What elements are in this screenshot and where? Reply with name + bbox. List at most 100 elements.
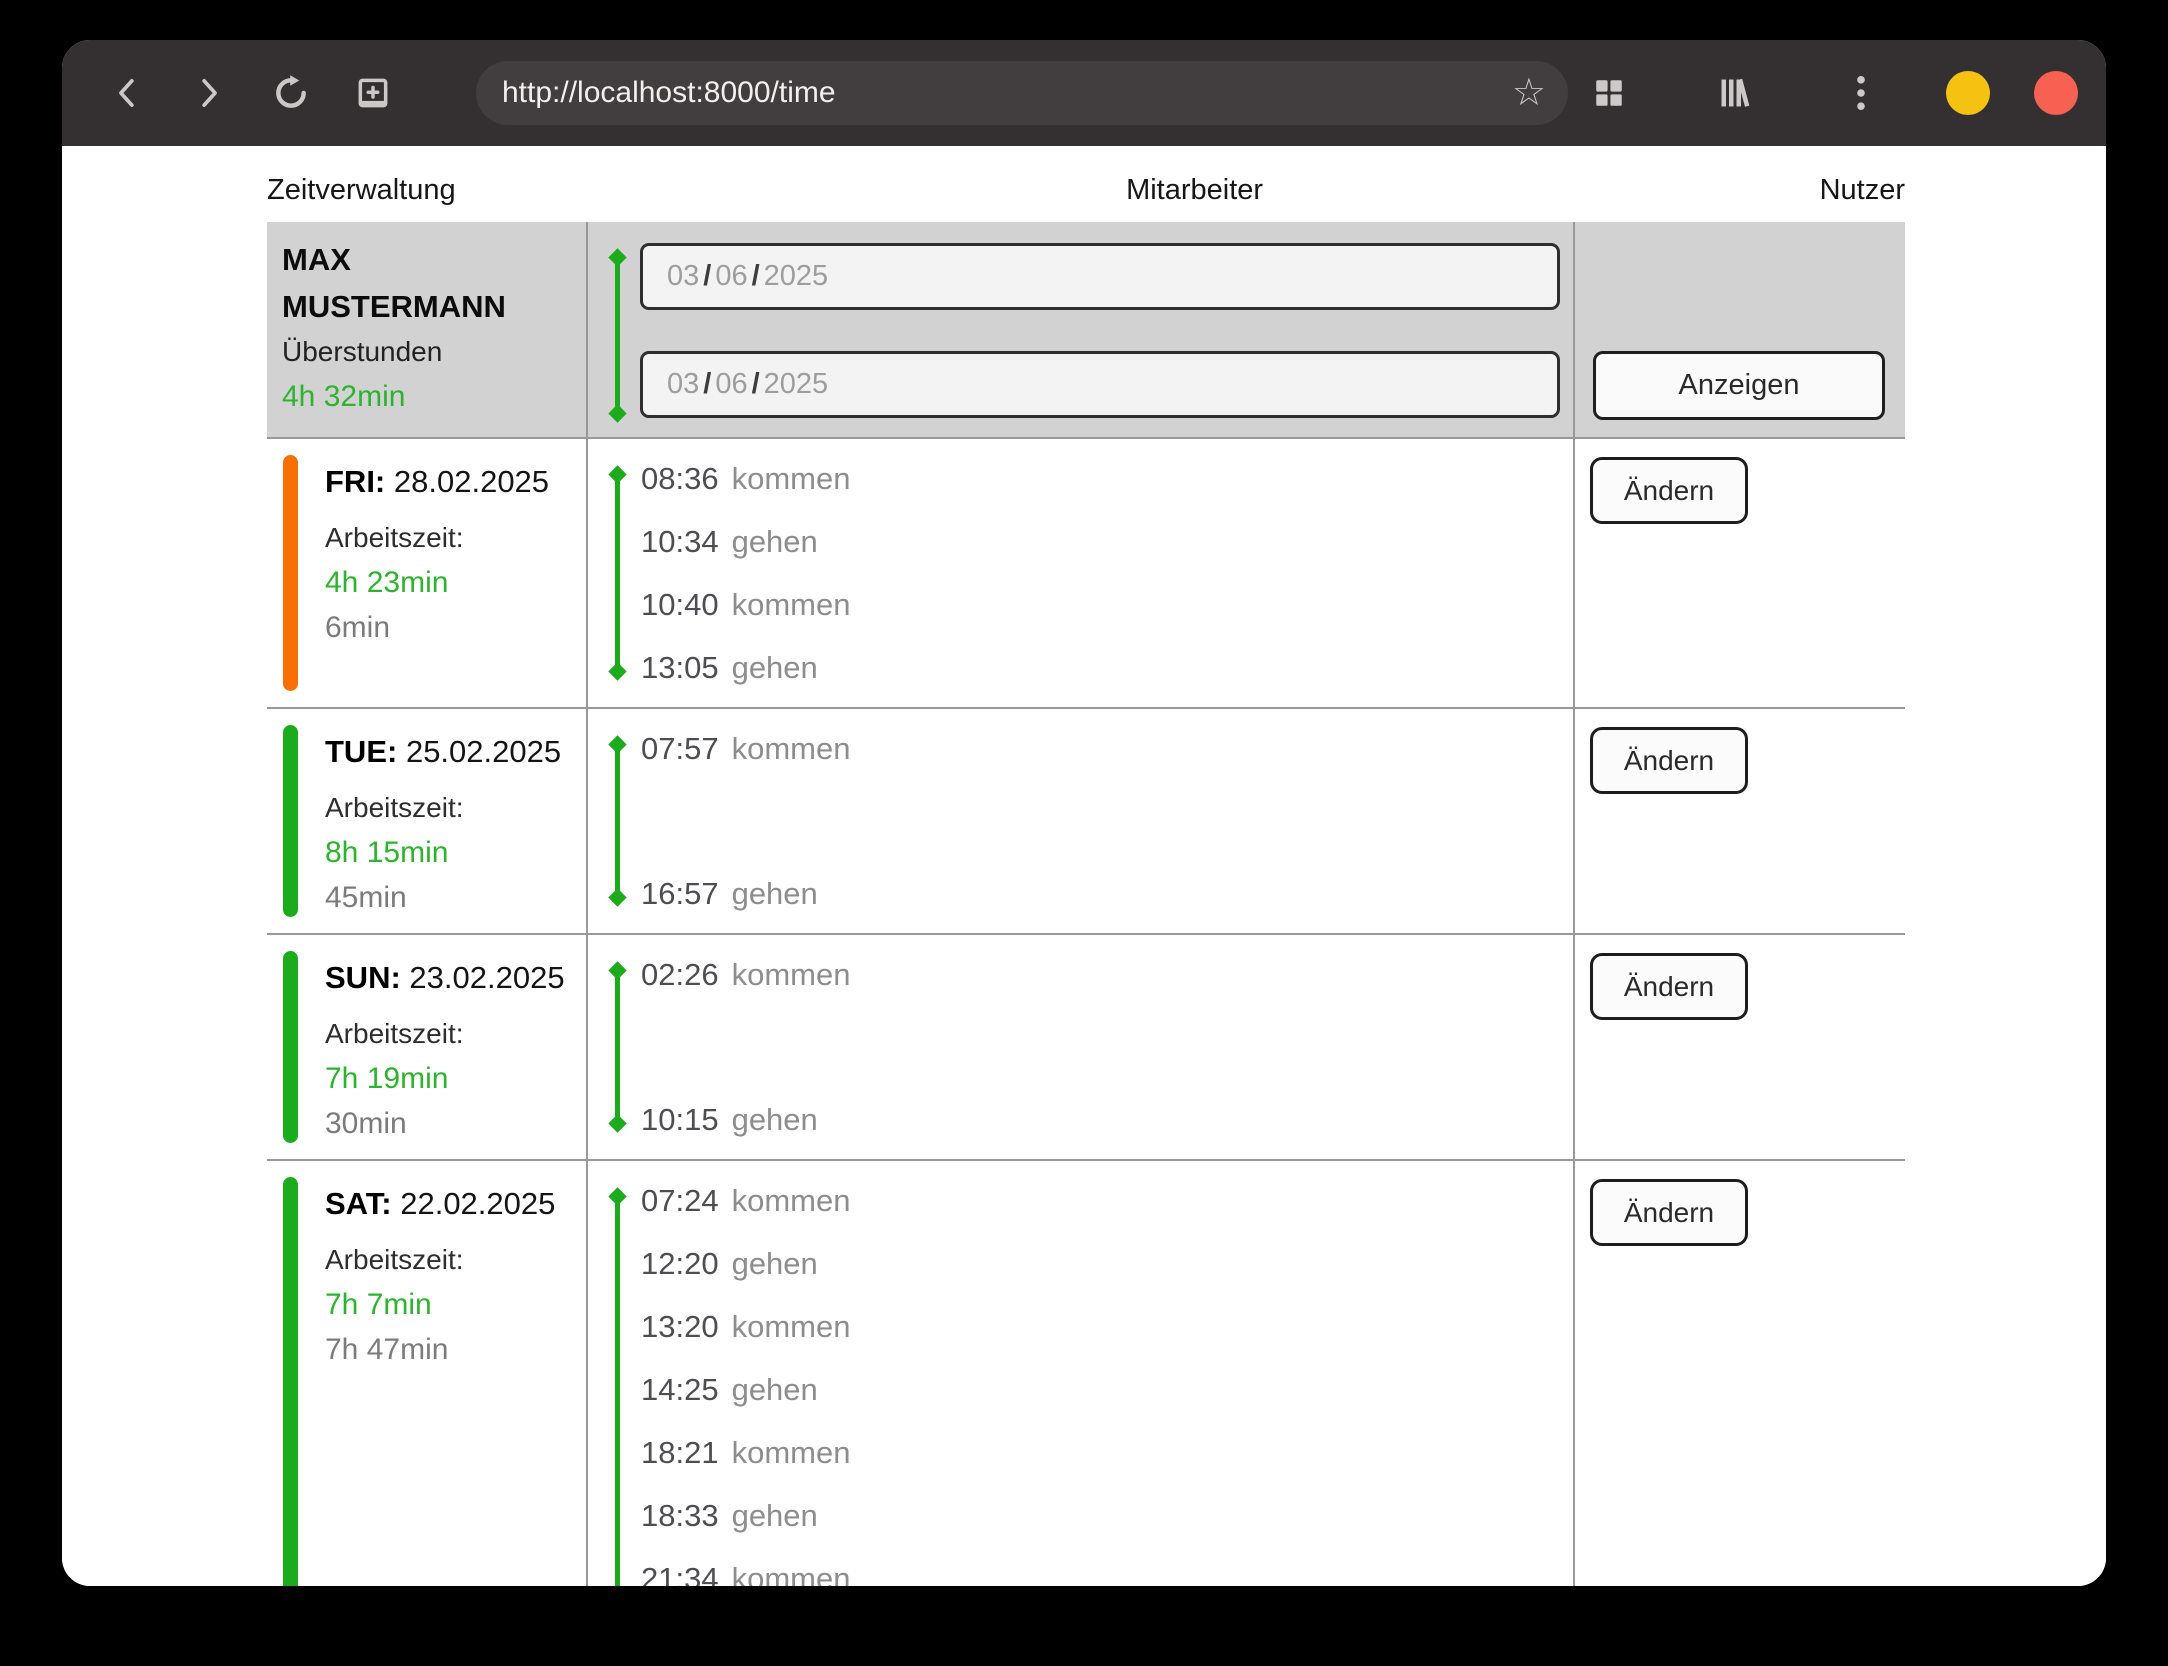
entry-time: 21:34 [641,1561,719,1587]
date-separator: / [703,368,711,401]
day-summary-cell: FRI: 28.02.2025 Arbeitszeit: 4h 23min 6m… [267,439,588,707]
date-to-year: 2025 [764,368,829,401]
date-from-year: 2025 [764,260,829,293]
day-entries-cell: 07:24 kommen 12:20 gehen 13:20 kommen 14… [588,1161,1575,1586]
close-window-button[interactable] [2034,71,2078,115]
day-timeline-line [615,969,620,1125]
date-separator: / [752,260,760,293]
address-bar[interactable]: http://localhost:8000/time ☆ [476,61,1568,125]
back-button[interactable] [101,67,153,119]
day-summary-cell: TUE: 25.02.2025 Arbeitszeit: 8h 15min 45… [267,709,588,933]
entry-type: kommen [732,1561,851,1587]
entry-type: kommen [732,461,851,497]
day-summary-cell: SAT: 22.02.2025 Arbeitszeit: 7h 7min 7h … [267,1161,588,1586]
time-entry: 10:34 gehen [641,510,1573,573]
entry-time: 13:05 [641,650,719,686]
day-row: SAT: 22.02.2025 Arbeitszeit: 7h 7min 7h … [267,1159,1905,1586]
nav-item-nutzer[interactable]: Nutzer [1820,174,1905,207]
worktime-value: 4h 23min [325,560,576,605]
library-button[interactable] [1709,67,1761,119]
entry-type: kommen [732,1183,851,1219]
kebab-menu-icon [1855,74,1867,112]
date-from-month: 03 [667,260,699,293]
overtime-value: 4h 32min [282,374,576,420]
day-status-bar [283,455,298,691]
minimize-window-button[interactable] [1946,71,1990,115]
day-weekday: TUE: [325,734,397,769]
overtime-label: Überstunden [282,330,576,374]
change-button[interactable]: Ändern [1590,457,1748,524]
forward-icon [194,76,224,110]
day-title: FRI: 28.02.2025 [325,461,576,503]
toolbar-right-icons [1568,67,2084,119]
time-entry: 08:36 kommen [641,447,1573,510]
day-action-cell: Ändern [1575,1161,1905,1586]
entry-time: 07:57 [641,731,719,767]
day-rows: FRI: 28.02.2025 Arbeitszeit: 4h 23min 6m… [267,437,1905,1586]
date-range-connector-line [615,256,620,415]
bookmark-star-icon[interactable]: ☆ [1512,74,1546,112]
entry-type: kommen [732,587,851,623]
employee-name-line2: MUSTERMANN [282,283,576,330]
entry-time: 18:33 [641,1498,719,1534]
menu-button[interactable] [1835,67,1887,119]
time-entry: 02:26 kommen [641,943,1573,1006]
change-button[interactable]: Ändern [1590,1179,1748,1246]
change-button[interactable]: Ändern [1590,953,1748,1020]
entry-time: 14:25 [641,1372,719,1408]
time-entry: 07:24 kommen [641,1169,1573,1232]
entry-type: gehen [732,1246,818,1282]
time-entry: 10:15 gehen [641,1088,1573,1151]
nav-item-mitarbeiter[interactable]: Mitarbeiter [1126,174,1263,207]
employee-info-cell: MAX MUSTERMANN Überstunden 4h 32min [267,222,588,437]
browser-window: http://localhost:8000/time ☆ Zeitverwalt… [62,40,2106,1586]
day-date: 28.02.2025 [394,464,549,499]
time-entry: 12:20 gehen [641,1232,1573,1295]
time-entry: 07:57 kommen [641,717,1573,780]
nav-item-zeitverwaltung[interactable]: Zeitverwaltung [267,174,456,207]
entry-time: 16:57 [641,876,719,912]
day-timeline-line [615,473,620,673]
date-separator: / [752,368,760,401]
date-from-input[interactable]: 03/06/2025 [640,243,1560,310]
day-date: 22.02.2025 [400,1186,555,1221]
time-entry: 14:25 gehen [641,1358,1573,1421]
url-text[interactable]: http://localhost:8000/time [502,76,1512,110]
time-entry: 18:21 kommen [641,1421,1573,1484]
time-entry: 16:57 gehen [641,862,1573,925]
page-content: Zeitverwaltung Mitarbeiter Nutzer MAX MU… [62,146,2106,1586]
entry-type: kommen [732,1435,851,1471]
change-button[interactable]: Ändern [1590,727,1748,794]
day-title: SAT: 22.02.2025 [325,1183,576,1225]
new-tab-button[interactable] [347,67,399,119]
day-status-bar [283,1177,298,1586]
day-date: 23.02.2025 [409,960,564,995]
day-weekday: SAT: [325,1186,392,1221]
date-to-day: 06 [715,368,747,401]
worktime-label: Arbeitszeit: [325,1011,576,1056]
day-row: TUE: 25.02.2025 Arbeitszeit: 8h 15min 45… [267,707,1905,933]
grid-icon [1592,76,1626,110]
day-title: SUN: 23.02.2025 [325,957,576,999]
employee-name-line1: MAX [282,236,576,283]
entry-type: gehen [732,1102,818,1138]
date-to-input[interactable]: 03/06/2025 [640,351,1560,418]
timetable: MAX MUSTERMANN Überstunden 4h 32min 03/0… [267,222,1905,1586]
tab-overview-button[interactable] [1583,67,1635,119]
reload-button[interactable] [265,67,317,119]
day-title: TUE: 25.02.2025 [325,731,576,773]
show-button[interactable]: Anzeigen [1593,351,1885,420]
time-entry: 13:20 kommen [641,1295,1573,1358]
time-entry: 18:33 gehen [641,1484,1573,1547]
forward-button[interactable] [183,67,235,119]
entry-time: 08:36 [641,461,719,497]
date-separator: / [703,260,711,293]
pause-value: 45min [325,875,576,920]
day-action-cell: Ändern [1575,709,1905,933]
header-action-cell: Anzeigen [1575,222,1905,437]
time-entry: 10:40 kommen [641,573,1573,636]
entry-time: 18:21 [641,1435,719,1471]
day-status-bar [283,951,298,1143]
date-from-day: 06 [715,260,747,293]
entry-type: gehen [732,876,818,912]
